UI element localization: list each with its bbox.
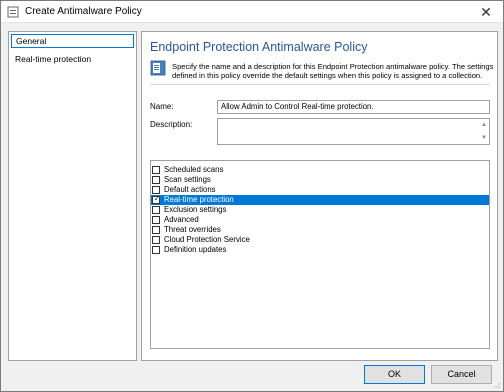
settings-item-label: Cloud Protection Service [164,235,250,244]
checkbox[interactable] [152,166,160,174]
ok-button[interactable]: OK [364,365,425,384]
dialog-window: Create Antimalware Policy ✕ General Real… [0,0,504,392]
settings-list-item[interactable]: Exclusion settings [151,205,489,215]
settings-item-label: Scheduled scans [164,165,224,174]
settings-list-item[interactable]: Definition updates [151,245,489,255]
description-field[interactable]: ▲ ▼ [217,118,490,145]
description-scrollbar[interactable]: ▲ ▼ [479,119,489,144]
nav-item-real-time-protection[interactable]: Real-time protection [11,53,134,67]
settings-list-item[interactable]: Default actions [151,185,489,195]
settings-list-item[interactable]: Scheduled scans [151,165,489,175]
description-label: Description: [150,120,193,129]
content-panel: Endpoint Protection Antimalware Policy S… [141,31,498,361]
name-label: Name: [150,102,174,111]
scroll-up-icon[interactable]: ▲ [480,121,488,129]
check-mark-icon: ✓ [153,194,161,203]
resize-grip-icon[interactable] [492,380,500,388]
divider [150,84,490,85]
policy-info-icon [150,60,166,76]
settings-item-label: Advanced [164,215,199,224]
checkbox[interactable] [152,216,160,224]
checkbox[interactable] [152,226,160,234]
settings-item-label: Threat overrides [164,225,221,234]
settings-item-label: Default actions [164,185,216,194]
window-title: Create Antimalware Policy [25,6,142,17]
page-title: Endpoint Protection Antimalware Policy [150,40,368,54]
title-bar[interactable]: Create Antimalware Policy ✕ [1,1,503,23]
settings-list-item[interactable]: Threat overrides [151,225,489,235]
checkbox[interactable] [152,176,160,184]
checkbox[interactable] [152,206,160,214]
settings-list-item[interactable]: Advanced [151,215,489,225]
nav-item-general[interactable]: General [11,34,134,48]
close-icon[interactable]: ✕ [477,3,495,21]
settings-list: Scheduled scans Scan settings Default acti… [150,160,490,349]
checkbox[interactable] [152,236,160,244]
policy-description-text: Specify the name and a description for t… [172,62,494,80]
settings-list-item[interactable]: Cloud Protection Service [151,235,489,245]
nav-panel: General Real-time protection [8,31,137,361]
app-icon [7,6,19,18]
settings-list-item[interactable]: Scan settings [151,175,489,185]
checkbox[interactable] [152,186,160,194]
settings-list-item[interactable]: ✓ Real-time protection [151,195,489,205]
name-field[interactable]: Allow Admin to Control Real-time protect… [217,100,490,114]
settings-item-label: Scan settings [164,175,211,184]
checkbox[interactable] [152,246,160,254]
settings-item-label: Definition updates [164,245,227,254]
settings-item-label: Real-time protection [164,195,234,204]
checkbox[interactable]: ✓ [152,194,161,204]
cancel-button[interactable]: Cancel [431,365,492,384]
scroll-down-icon[interactable]: ▼ [480,134,488,142]
settings-item-label: Exclusion settings [164,205,227,214]
